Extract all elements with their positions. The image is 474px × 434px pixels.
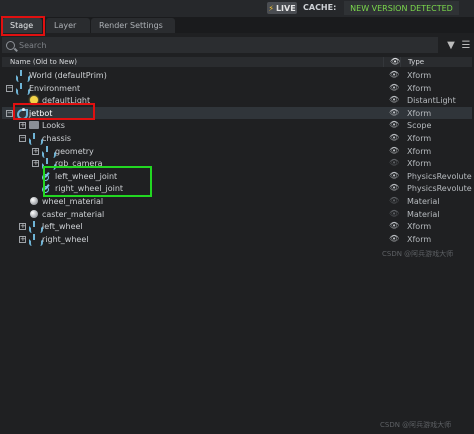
xform-icon xyxy=(29,133,39,143)
collapse-icon[interactable]: − xyxy=(19,135,26,142)
visibility-eye-icon[interactable]: 👁 xyxy=(389,120,399,129)
material-icon xyxy=(30,209,38,218)
prim-icon-wrapper xyxy=(29,133,39,143)
highlight-jetbot xyxy=(13,103,95,120)
visibility-eye-icon[interactable]: 👁 xyxy=(389,221,399,230)
prim-icon-wrapper xyxy=(16,82,26,93)
live-button[interactable]: ⚡ LIVE xyxy=(267,2,297,14)
visibility-eye-icon[interactable]: 👁 xyxy=(389,209,399,218)
xform-icon xyxy=(16,70,26,80)
collapse-icon[interactable]: − xyxy=(6,109,13,117)
visibility-eye-icon[interactable]: 👁 xyxy=(389,108,399,117)
column-type[interactable]: Type xyxy=(408,58,424,66)
visibility-eye-icon[interactable]: 👁 xyxy=(389,158,399,167)
column-name[interactable]: Name (Old to New) xyxy=(10,58,77,66)
tree-row-type: Material xyxy=(407,197,440,206)
tree-row-type: Xform xyxy=(407,146,432,156)
visibility-eye-icon[interactable]: 👁 xyxy=(389,70,399,79)
xform-icon xyxy=(42,145,52,156)
expand-icon[interactable]: + xyxy=(32,160,39,168)
tree-row-label: right_wheel xyxy=(42,234,89,244)
visibility-eye-icon[interactable]: 👁 xyxy=(389,146,399,155)
tab-layer[interactable]: Layer xyxy=(46,18,90,33)
search-placeholder: Search xyxy=(19,40,47,50)
tree-row-type: Scope xyxy=(407,121,432,131)
tree-row-type: DistantLight xyxy=(407,96,456,106)
menu-icon[interactable]: ☰ xyxy=(460,38,472,52)
visibility-column-eye-icon[interactable]: 👁 xyxy=(390,57,400,66)
visibility-eye-icon[interactable]: 👁 xyxy=(389,133,399,142)
tree-row-label: Looks xyxy=(42,121,65,131)
tree-row-label: left_wheel xyxy=(42,222,83,232)
visibility-eye-icon[interactable]: 👁 xyxy=(389,171,399,180)
cache-label: CACHE: xyxy=(303,3,337,12)
prim-icon-wrapper xyxy=(29,120,39,130)
search-icon xyxy=(6,40,15,50)
folder-icon xyxy=(29,121,39,130)
tree-row-environment[interactable]: − Environment 👁 Xform xyxy=(2,82,472,95)
tree-row-type: Xform xyxy=(407,222,432,232)
new-version-button[interactable]: NEW VERSION DETECTED xyxy=(344,1,459,15)
prim-icon-wrapper xyxy=(29,221,39,231)
xform-icon xyxy=(29,233,39,244)
xform-icon xyxy=(29,221,39,231)
tree-row-caster-material[interactable]: caster_material 👁 Material xyxy=(2,208,472,221)
tree-row-label: Environment xyxy=(29,83,81,93)
tree-row-type: Xform xyxy=(407,159,432,169)
visibility-eye-icon[interactable]: 👁 xyxy=(389,196,399,205)
visibility-eye-icon[interactable]: 👁 xyxy=(389,234,399,243)
tree-row-type: PhysicsRevolute xyxy=(407,184,472,194)
highlight-wheel-joints xyxy=(43,166,152,197)
panel-tabs: Stage Layer Render Settings xyxy=(0,17,474,33)
tree-row-right-wheel[interactable]: + right_wheel 👁 Xform xyxy=(2,233,472,246)
prim-icon-wrapper xyxy=(29,196,39,206)
xform-icon xyxy=(16,82,26,93)
tree-row-left-wheel[interactable]: + left_wheel 👁 Xform xyxy=(2,220,472,233)
tree-row-label: chassis xyxy=(42,134,72,143)
search-input[interactable]: Search xyxy=(2,37,438,53)
visibility-eye-icon[interactable]: 👁 xyxy=(389,183,399,192)
tree-row-label: geometry xyxy=(55,146,94,156)
collapse-icon[interactable]: − xyxy=(6,84,13,92)
prim-icon-wrapper xyxy=(16,70,26,80)
expand-icon[interactable]: + xyxy=(19,223,26,231)
live-label: LIVE xyxy=(275,3,296,13)
tab-render-settings[interactable]: Render Settings xyxy=(91,18,175,33)
watermark: CSDN @阿兵游戏大师 xyxy=(380,421,452,429)
tree-row-chassis[interactable]: − chassis 👁 Xform xyxy=(2,132,472,145)
tree-row-type: Xform xyxy=(407,83,432,93)
tree-row-type: Xform xyxy=(407,108,432,118)
tree-row-type: PhysicsRevolute xyxy=(407,171,472,181)
tree-header: Name (Old to New) 👁 Type xyxy=(2,57,472,67)
expand-icon[interactable]: + xyxy=(19,235,26,243)
tree-row-geometry[interactable]: + geometry 👁 Xform xyxy=(2,145,472,158)
top-toolbar: ⚡ LIVE CACHE: NEW VERSION DETECTED xyxy=(0,0,474,17)
tree-row-label: caster_material xyxy=(42,209,105,219)
tree-row-label: World (defaultPrim) xyxy=(29,71,107,80)
prim-icon-wrapper xyxy=(29,233,39,244)
tree-row-looks[interactable]: + Looks 👁 Scope xyxy=(2,119,472,132)
filter-icon[interactable]: ▼ xyxy=(444,38,458,52)
tree-row-world-defaultprim-[interactable]: World (defaultPrim) 👁 Xform xyxy=(2,69,472,82)
tree-row-type: Material xyxy=(407,209,440,219)
visibility-eye-icon[interactable]: 👁 xyxy=(389,95,399,104)
watermark: CSDN @阿兵游戏大师 xyxy=(382,250,454,258)
tree-row-type: Xform xyxy=(407,134,432,143)
tree-row-label: wheel_material xyxy=(42,197,104,206)
material-icon xyxy=(30,197,38,205)
prim-icon-wrapper xyxy=(42,145,52,156)
expand-icon[interactable]: + xyxy=(32,147,39,155)
tree-row-type: Xform xyxy=(407,71,432,80)
visibility-eye-icon[interactable]: 👁 xyxy=(389,83,399,92)
expand-icon[interactable]: + xyxy=(19,122,26,130)
lightning-icon: ⚡ xyxy=(268,3,274,13)
prim-icon-wrapper xyxy=(29,209,39,219)
highlight-stage-tab xyxy=(1,16,45,36)
tree-row-type: Xform xyxy=(407,234,432,244)
